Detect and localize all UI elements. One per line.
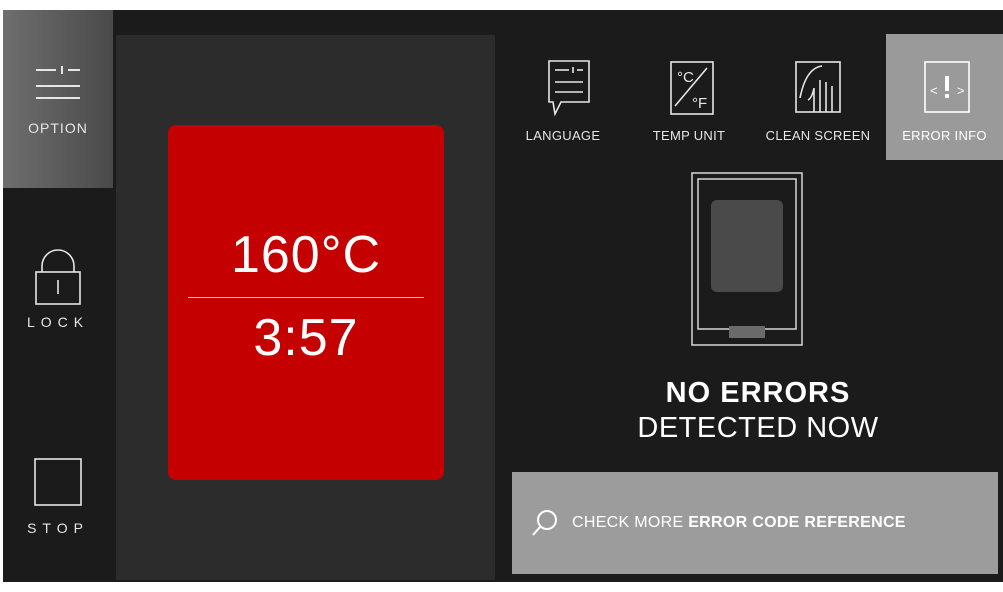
status-divider — [188, 297, 424, 298]
svg-text:<: < — [930, 83, 938, 98]
time-remaining-readout: 3:57 — [253, 309, 359, 367]
lock-icon — [35, 249, 81, 305]
language-button[interactable]: LANGUAGE — [511, 34, 615, 160]
oven-device-icon — [691, 172, 803, 346]
status-panel: 160°C 3:57 — [116, 35, 495, 580]
clean-screen-icon — [795, 61, 841, 113]
check-prefix: CHECK MORE — [572, 514, 689, 531]
clean-screen-label: CLEAN SCREEN — [765, 128, 871, 143]
svg-text:>: > — [957, 83, 965, 98]
clean-screen-button[interactable]: CLEAN SCREEN — [758, 34, 878, 160]
search-icon — [532, 510, 557, 536]
no-errors-title: NO ERRORS — [665, 377, 851, 409]
temp-unit-icon: °C °F — [670, 61, 714, 115]
check-error-code-reference-button[interactable]: CHECK MORE ERROR CODE REFERENCE — [512, 472, 998, 574]
error-info-label: ERROR INFO — [902, 128, 987, 143]
language-icon — [548, 60, 590, 117]
svg-text:°F: °F — [692, 95, 707, 112]
no-errors-message: NO ERRORS DETECTED NOW — [513, 377, 1003, 445]
language-label: LANGUAGE — [525, 128, 601, 143]
option-menu-icon — [36, 66, 80, 99]
error-info-icon: < > — [923, 61, 970, 113]
stop-icon — [34, 458, 82, 506]
stop-label: STOP — [27, 520, 89, 536]
no-errors-subtitle: DETECTED NOW — [637, 412, 879, 444]
stop-button[interactable]: STOP — [3, 456, 113, 566]
cooking-status-card[interactable]: 160°C 3:57 — [168, 125, 444, 480]
svg-text:°C: °C — [677, 69, 694, 86]
check-bold: ERROR CODE REFERENCE — [688, 514, 906, 531]
control-screen: OPTION LOCK STOP 160°C 3:57 LANGUAGE °C … — [3, 10, 1003, 582]
temp-unit-label: TEMP UNIT — [652, 128, 726, 143]
lock-label: LOCK — [26, 314, 90, 330]
check-error-code-text: CHECK MORE ERROR CODE REFERENCE — [572, 514, 906, 532]
temp-unit-button[interactable]: °C °F TEMP UNIT — [639, 34, 739, 160]
lock-button[interactable]: LOCK — [3, 248, 113, 358]
option-button[interactable]: OPTION — [3, 10, 113, 188]
temperature-readout: 160°C — [230, 226, 382, 284]
option-label: OPTION — [28, 120, 88, 136]
error-info-button[interactable]: < > ERROR INFO — [886, 34, 1003, 160]
